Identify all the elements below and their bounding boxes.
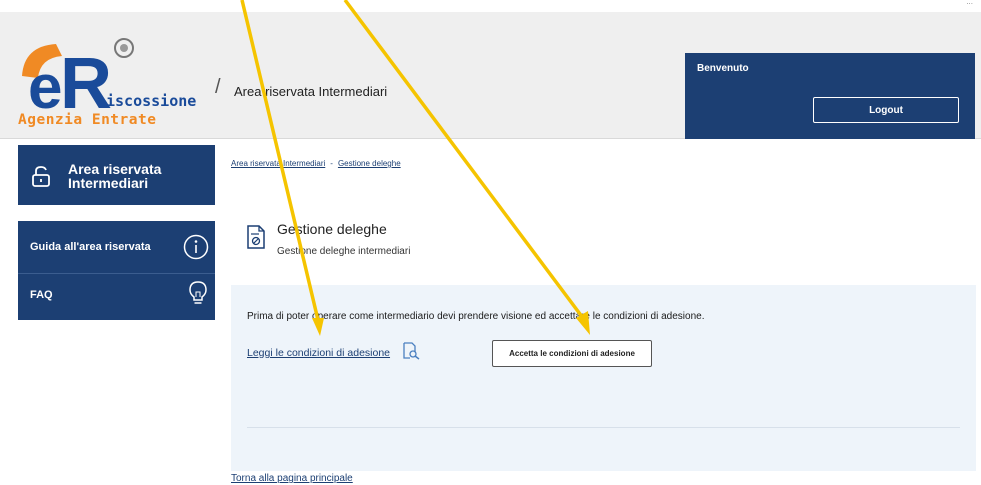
welcome-label: Benvenuto bbox=[697, 63, 749, 74]
agenzia-entrate-riscossione-logo[interactable]: e R iscossione Agenzia Entrate bbox=[18, 34, 223, 130]
document-settings-icon bbox=[246, 224, 266, 255]
logout-button[interactable]: Logout bbox=[813, 97, 959, 123]
breadcrumb-current-link[interactable]: Gestione deleghe bbox=[338, 159, 401, 168]
conditions-panel: Prima di poter operare come intermediari… bbox=[231, 285, 976, 471]
document-search-icon[interactable] bbox=[402, 342, 420, 365]
svg-text:R: R bbox=[60, 44, 112, 114]
top-strip: ... bbox=[0, 0, 981, 12]
breadcrumb-home-link[interactable]: Area riservata Intermediari bbox=[231, 159, 325, 168]
welcome-box: Benvenuto Logout bbox=[685, 53, 975, 139]
header-separator: / bbox=[215, 76, 221, 98]
page-subtitle: Gestione deleghe intermediari bbox=[277, 246, 411, 257]
info-icon bbox=[183, 234, 209, 265]
sidebar-item-area-riservata[interactable]: Area riservata Intermediari bbox=[18, 145, 215, 205]
sidebar-item-guida[interactable]: Guida all'area riservata bbox=[18, 221, 215, 273]
back-to-home-link[interactable]: Torna alla pagina principale bbox=[231, 473, 353, 484]
padlock-icon bbox=[30, 165, 52, 192]
sidebar-item-faq[interactable]: FAQ bbox=[18, 273, 215, 320]
breadcrumb: Area riservata Intermediari - Gestione del… bbox=[231, 159, 401, 168]
accept-conditions-button[interactable]: Accetta le condizioni di adesione bbox=[492, 340, 652, 367]
conditions-message: Prima di poter operare come intermediari… bbox=[247, 311, 705, 322]
breadcrumb-separator: - bbox=[330, 159, 333, 168]
sidebar-item-label: Guida all'area riservata bbox=[30, 241, 151, 253]
panel-divider bbox=[247, 427, 960, 428]
svg-text:e: e bbox=[28, 53, 62, 114]
sidebar-item-label: FAQ bbox=[30, 289, 53, 301]
page-title: Gestione deleghe bbox=[277, 221, 387, 237]
read-conditions-link[interactable]: Leggi le condizioni di adesione bbox=[247, 347, 390, 359]
logo-subtitle: Agenzia Entrate bbox=[18, 112, 157, 128]
top-strip-text: ... bbox=[966, 0, 973, 6]
logo-wordmark: iscossione bbox=[106, 92, 197, 110]
lightbulb-icon bbox=[187, 280, 209, 311]
sidebar-main-label: Area riservata Intermediari bbox=[68, 161, 162, 191]
header-title: Area riservata Intermediari bbox=[234, 84, 388, 99]
